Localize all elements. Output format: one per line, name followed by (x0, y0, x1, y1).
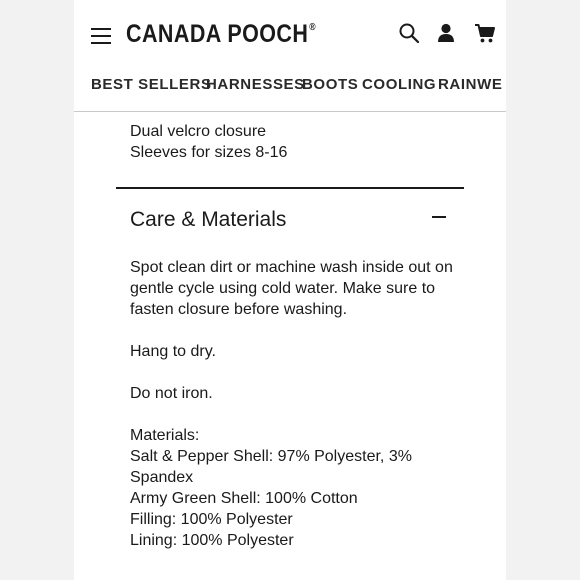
feature-line: Sleeves for sizes 8-16 (130, 144, 288, 161)
material-line: Salt & Pepper Shell: 97% Polyester, 3% (130, 448, 412, 465)
wash-instructions: Spot clean dirt or machine wash inside o… (130, 257, 460, 320)
cart-icon[interactable] (474, 22, 496, 44)
nav-item-harnesses[interactable]: HARNESSES (206, 76, 305, 93)
brand-logo[interactable]: CANADA POOCH® (126, 20, 316, 49)
material-line: Army Green Shell: 100% Cotton (130, 490, 358, 507)
nav-item-best-sellers[interactable]: BEST SELLERS (91, 76, 212, 93)
feature-line: Dual velcro closure (130, 123, 267, 140)
mobile-page: CANADA POOCH® BEST SELLERS HARNESSES BOO… (74, 0, 506, 580)
minus-icon[interactable] (432, 216, 446, 218)
nav-item-rainwear[interactable]: RAINWE (438, 76, 502, 93)
nav-item-boots[interactable]: BOOTS (302, 76, 358, 93)
material-line: Filling: 100% Polyester (130, 511, 293, 528)
section-divider (116, 187, 464, 189)
search-icon[interactable] (398, 22, 420, 44)
care-materials-body: Spot clean dirt or machine wash inside o… (130, 257, 460, 572)
care-materials-heading[interactable]: Care & Materials (130, 208, 286, 232)
materials-heading: Materials: (130, 427, 200, 444)
brand-name: CANADA POOCH (126, 20, 309, 48)
menu-icon[interactable] (91, 28, 111, 44)
materials-list: Materials: Salt & Pepper Shell: 97% Poly… (130, 425, 460, 551)
registered-mark: ® (309, 22, 316, 33)
site-header: CANADA POOCH® (74, 0, 506, 68)
text-line: gentle cycle using cold water. Make sure… (130, 280, 436, 297)
iron-instructions: Do not iron. (130, 385, 213, 402)
text-line: fasten closure before washing. (130, 301, 348, 318)
account-icon[interactable] (435, 22, 457, 44)
dry-instructions: Hang to dry. (130, 343, 216, 360)
category-nav: BEST SELLERS HARNESSES BOOTS COOLING RAI… (74, 68, 506, 104)
nav-item-cooling[interactable]: COOLING (362, 76, 436, 93)
material-line: Spandex (130, 469, 194, 486)
text-line: Spot clean dirt or machine wash inside o… (130, 259, 453, 276)
feature-line-clipped (130, 112, 287, 121)
product-details: Dual velcro closure Sleeves for sizes 8-… (74, 112, 506, 580)
features-list: Dual velcro closure Sleeves for sizes 8-… (130, 112, 287, 163)
material-line: Lining: 100% Polyester (130, 532, 294, 549)
